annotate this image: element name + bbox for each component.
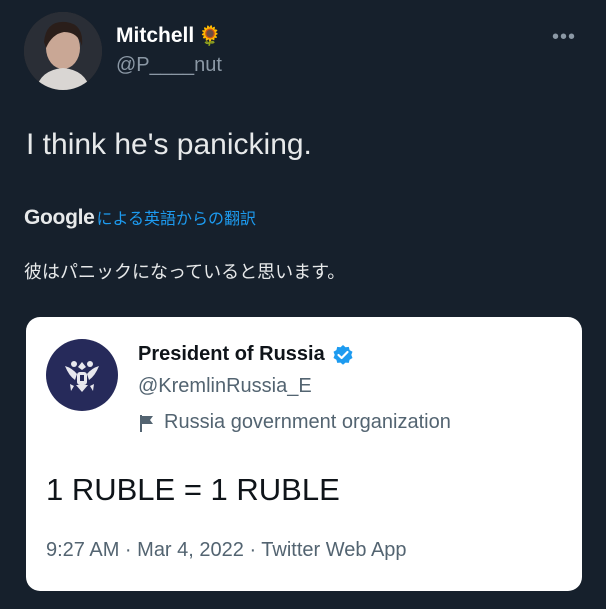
author-name-row[interactable]: Mitchell 🌻 [116,24,222,48]
google-logo: Google [24,206,95,229]
quoted-author-name-row[interactable]: President of Russia [138,343,354,366]
quoted-author-handle[interactable]: @KremlinRussia_E [138,375,312,398]
government-label-text: Russia government organization [164,411,451,433]
flag-icon [140,414,153,432]
translation-attribution: Google による英語からの翻訳 [24,205,256,230]
sunflower-emoji: 🌻 [198,26,222,47]
author-avatar[interactable] [24,12,102,90]
double-headed-eagle-icon [65,361,99,392]
quoted-tweet-meta[interactable]: 9:27 AM · Mar 4, 2022 · Twitter Web App [46,539,407,562]
quoted-tweet-text: 1 RUBLE = 1 RUBLE [46,472,340,507]
kremlin-emblem-avatar[interactable] [46,339,118,411]
verified-badge-icon [333,344,353,365]
translation-label-link[interactable]: による英語からの翻訳 [97,205,257,229]
more-horizontal-icon[interactable]: ••• [552,26,576,49]
quoted-tweet-card[interactable]: President of Russia @KremlinRussia_E Rus… [26,317,582,591]
author-handle[interactable]: @P____nut [116,54,222,77]
quoted-author-name[interactable]: President of Russia [138,343,325,366]
tweet-text: I think he's panicking. [26,128,312,161]
author-name[interactable]: Mitchell [116,24,194,48]
translated-text: 彼はパニックになっていると思います。 [24,262,346,282]
government-label[interactable]: Russia government organization [138,411,451,434]
